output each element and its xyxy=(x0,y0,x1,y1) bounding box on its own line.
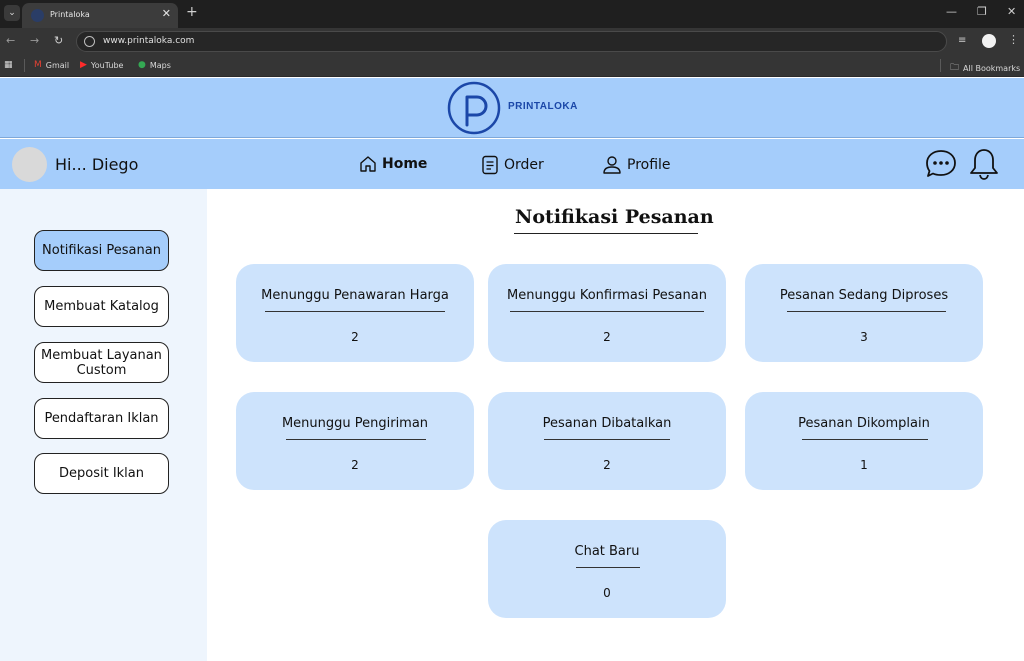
user-icon xyxy=(603,156,621,174)
card-count: 0 xyxy=(603,586,611,600)
address-toolbar: ← → ↻ www.printaloka.com ≡ ⋮ xyxy=(0,28,1024,55)
card-divider xyxy=(544,439,670,440)
status-card-pesanan-sedang-diproses[interactable]: Pesanan Sedang Diproses 3 xyxy=(745,264,983,362)
card-divider xyxy=(787,311,946,312)
user-greeting: Hi... Diego xyxy=(55,155,139,174)
favicon-icon xyxy=(31,9,44,22)
card-label: Menunggu Konfirmasi Pesanan xyxy=(507,288,707,303)
nav-home[interactable]: Home xyxy=(359,155,427,173)
sidebar-item-membuat-katalog[interactable]: Membuat Katalog xyxy=(34,286,169,327)
brand-name: PRINTALOKA xyxy=(508,101,578,112)
tab-search-button[interactable]: ⌄ xyxy=(4,5,20,21)
nav-home-label: Home xyxy=(382,156,428,172)
top-navigation: Hi... Diego Home Order Profile xyxy=(0,139,1024,189)
maps-pin-icon: ● xyxy=(138,60,146,70)
card-label: Menunggu Pengiriman xyxy=(281,416,429,431)
bookmark-divider xyxy=(24,59,25,72)
site-info-icon[interactable] xyxy=(84,36,95,47)
title-underline xyxy=(514,233,698,234)
bookmark-divider xyxy=(940,59,941,72)
browser-tab-bar: ⌄ Printaloka ✕ + — ❐ ✕ xyxy=(0,0,1024,28)
status-card-chat-baru[interactable]: Chat Baru 0 xyxy=(488,520,726,618)
nav-profile-label: Profile xyxy=(627,157,671,173)
avatar[interactable] xyxy=(12,147,47,182)
all-bookmarks-button[interactable]: 🗀 All Bookmarks xyxy=(950,60,1020,76)
card-label: Chat Baru xyxy=(574,544,640,559)
media-controls-icon[interactable]: ≡ xyxy=(958,35,966,46)
url-input[interactable]: www.printaloka.com xyxy=(76,31,947,52)
card-count: 1 xyxy=(860,458,868,472)
youtube-icon: ▶ xyxy=(80,60,87,70)
page-title: Notifikasi Pesanan xyxy=(515,206,714,228)
nav-order-label: Order xyxy=(504,157,544,173)
new-tab-button[interactable]: + xyxy=(186,4,198,20)
reload-icon[interactable]: ↻ xyxy=(54,34,63,48)
bookmark-youtube[interactable]: ▶ YouTube xyxy=(80,60,123,70)
printaloka-logo-icon[interactable] xyxy=(447,81,501,135)
card-count: 2 xyxy=(351,330,359,344)
card-label: Pesanan Dibatalkan xyxy=(542,416,672,431)
nav-order[interactable]: Order xyxy=(481,155,544,175)
card-label: Menunggu Penawaran Harga xyxy=(261,288,449,303)
url-text: www.printaloka.com xyxy=(103,36,195,46)
browser-menu-icon[interactable]: ⋮ xyxy=(1008,33,1019,46)
window-close-icon[interactable]: ✕ xyxy=(1007,5,1016,18)
card-divider xyxy=(265,311,445,312)
card-count: 3 xyxy=(860,330,868,344)
folder-icon: 🗀 xyxy=(950,63,960,73)
bell-icon[interactable] xyxy=(968,147,1000,181)
browser-tab[interactable]: Printaloka ✕ xyxy=(22,3,178,28)
card-count: 2 xyxy=(603,458,611,472)
sidebar-item-pendaftaran-iklan[interactable]: Pendaftaran Iklan xyxy=(34,398,169,439)
restore-icon[interactable]: ❐ xyxy=(977,5,987,18)
tab-title: Printaloka xyxy=(50,10,90,19)
forward-icon[interactable]: → xyxy=(30,34,39,48)
status-card-pesanan-dikomplain[interactable]: Pesanan Dikomplain 1 xyxy=(745,392,983,490)
card-label: Pesanan Sedang Diproses xyxy=(779,288,949,303)
card-count: 2 xyxy=(603,330,611,344)
status-card-menunggu-pengiriman[interactable]: Menunggu Pengiriman 2 xyxy=(236,392,474,490)
card-label: Pesanan Dikomplain xyxy=(798,416,930,431)
status-card-menunggu-konfirmasi-pesanan[interactable]: Menunggu Konfirmasi Pesanan 2 xyxy=(488,264,726,362)
profile-avatar-icon[interactable] xyxy=(982,34,996,48)
sidebar-item-membuat-layanan-custom[interactable]: Membuat Layanan Custom xyxy=(34,342,169,383)
card-divider xyxy=(286,439,426,440)
home-icon xyxy=(360,156,376,172)
apps-grid-icon[interactable]: ▦ xyxy=(4,60,13,70)
bookmark-gmail[interactable]: M Gmail xyxy=(34,60,69,70)
card-divider xyxy=(576,567,640,568)
status-card-pesanan-dibatalkan[interactable]: Pesanan Dibatalkan 2 xyxy=(488,392,726,490)
gmail-icon: M xyxy=(34,60,42,70)
bookmark-maps[interactable]: ● Maps xyxy=(138,60,171,70)
sidebar: Notifikasi Pesanan Membuat Katalog Membu… xyxy=(0,189,207,661)
close-tab-icon[interactable]: ✕ xyxy=(162,8,171,20)
back-icon[interactable]: ← xyxy=(6,34,15,48)
card-divider xyxy=(802,439,928,440)
site-header: PRINTALOKA xyxy=(0,78,1024,138)
bookmarks-bar: ▦ M Gmail ▶ YouTube ● Maps 🗀 All Bookmar… xyxy=(0,55,1024,77)
status-card-menunggu-penawaran-harga[interactable]: Menunggu Penawaran Harga 2 xyxy=(236,264,474,362)
minimize-icon[interactable]: — xyxy=(946,5,957,18)
sidebar-item-notifikasi-pesanan[interactable]: Notifikasi Pesanan xyxy=(34,230,169,271)
document-icon xyxy=(482,155,498,175)
sidebar-item-deposit-iklan[interactable]: Deposit Iklan xyxy=(34,453,169,494)
card-divider xyxy=(510,311,704,312)
nav-profile[interactable]: Profile xyxy=(602,155,671,175)
chat-icon[interactable] xyxy=(925,149,957,179)
card-count: 2 xyxy=(351,458,359,472)
